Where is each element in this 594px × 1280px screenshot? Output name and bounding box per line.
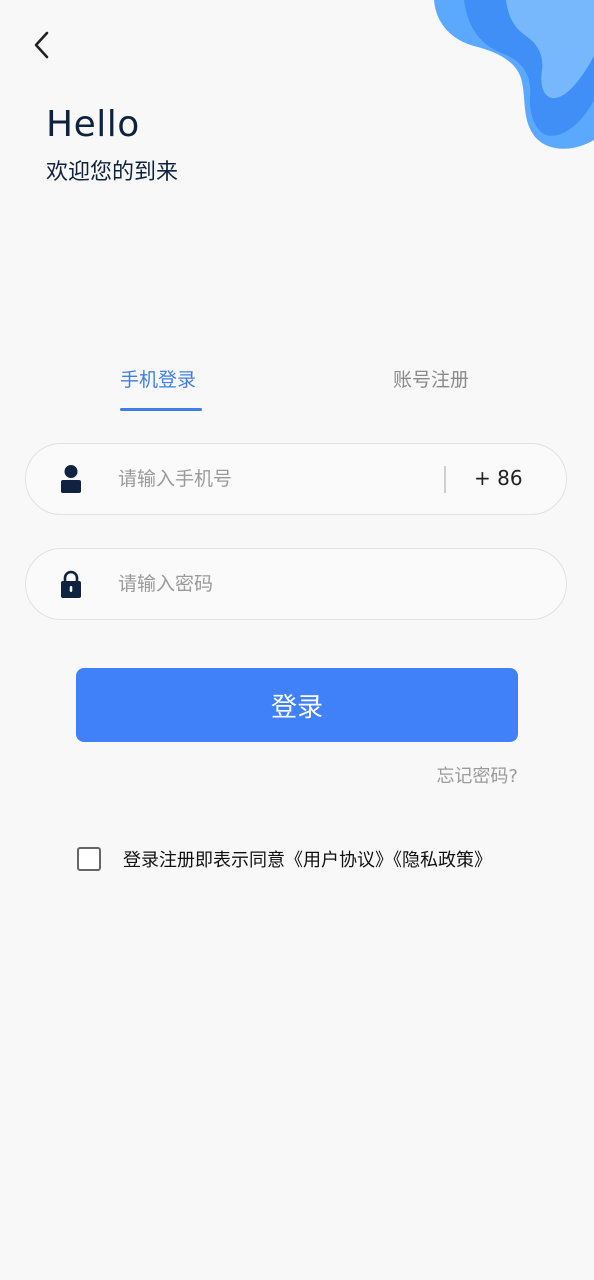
privacy-policy-link[interactable]: 《隐私政策》 bbox=[393, 850, 492, 871]
agreement-checkbox[interactable] bbox=[77, 847, 101, 871]
password-field bbox=[25, 548, 567, 620]
user-agreement-link[interactable]: 《用户协议》 bbox=[285, 850, 393, 871]
tab-account-register[interactable]: 账号注册 bbox=[393, 365, 469, 392]
phone-field: + 86 bbox=[25, 443, 567, 515]
tab-phone-login[interactable]: 手机登录 bbox=[120, 365, 196, 392]
lock-icon bbox=[61, 570, 81, 598]
back-button[interactable] bbox=[26, 28, 58, 62]
field-divider bbox=[444, 466, 446, 493]
welcome-subtitle: 欢迎您的到来 bbox=[46, 160, 179, 185]
agreement-row: 登录注册即表示同意《用户协议》《隐私政策》 bbox=[77, 846, 492, 872]
active-tab-indicator bbox=[120, 408, 202, 411]
user-icon bbox=[61, 465, 81, 493]
password-input[interactable] bbox=[118, 549, 538, 619]
forgot-password-link[interactable]: 忘记密码? bbox=[436, 762, 518, 788]
chevron-left-icon bbox=[34, 31, 49, 59]
greeting-title: Hello bbox=[46, 104, 140, 145]
blue-wave-decoration bbox=[434, 0, 594, 149]
country-code-selector[interactable]: + 86 bbox=[474, 466, 523, 490]
phone-input[interactable] bbox=[118, 444, 418, 514]
agreement-prefix: 登录注册即表示同意 bbox=[123, 850, 285, 871]
login-button[interactable]: 登录 bbox=[76, 668, 518, 742]
agreement-text: 登录注册即表示同意《用户协议》《隐私政策》 bbox=[123, 846, 492, 872]
